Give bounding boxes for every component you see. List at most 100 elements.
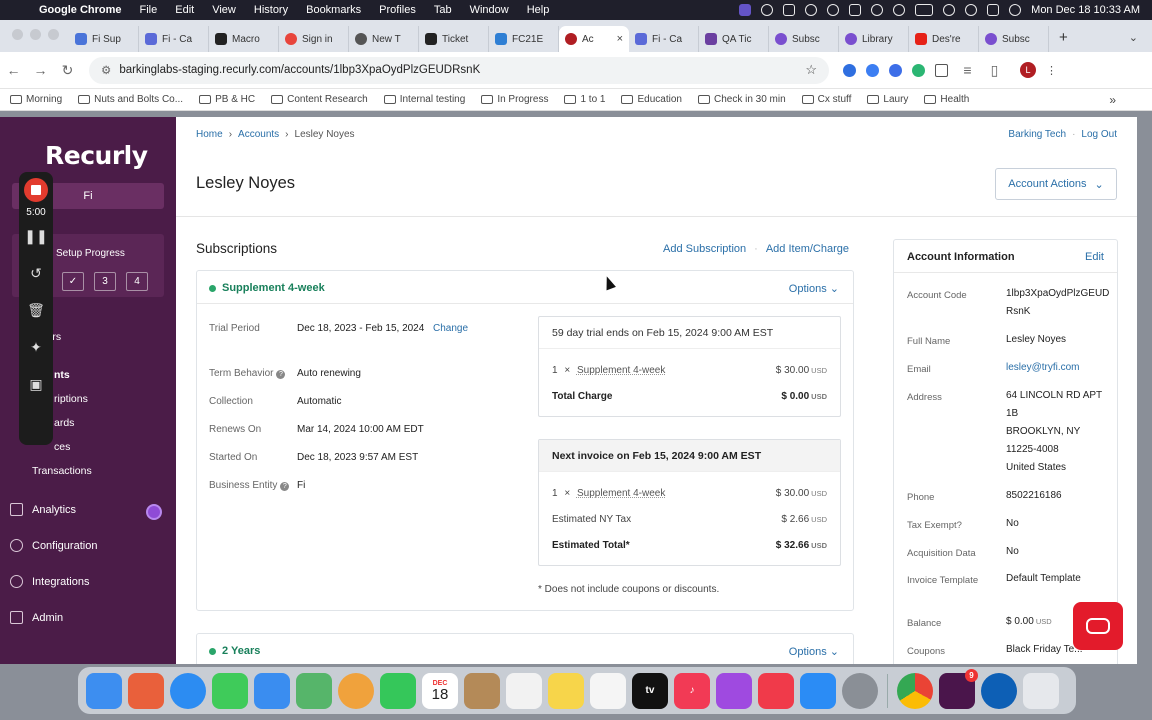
launchpad-icon[interactable] [128, 672, 164, 709]
camera-icon[interactable]: ▣ [29, 366, 42, 403]
browser-tab[interactable]: New T [349, 26, 419, 52]
menu-edit[interactable]: Edit [166, 4, 203, 16]
browser-tab[interactable]: Ticket [419, 26, 489, 52]
help-icon[interactable]: ? [276, 370, 286, 379]
menu-history[interactable]: History [245, 4, 297, 16]
trash-icon[interactable] [1023, 672, 1059, 709]
sidebar-item-admin[interactable]: Admin [10, 611, 63, 624]
chrome-icon[interactable] [897, 672, 933, 709]
more-menu-icon[interactable]: ⋮ [1046, 64, 1057, 77]
bookmark-folder[interactable]: Nuts and Bolts Co... [78, 94, 183, 105]
menu-app-name[interactable]: Google Chrome [30, 4, 131, 16]
clock-icon[interactable] [893, 4, 906, 16]
magic-wand-icon[interactable]: ✦ [30, 329, 42, 366]
facetime-icon[interactable] [380, 672, 416, 709]
edit-account-link[interactable]: Edit [1085, 251, 1104, 263]
vpn-app-icon[interactable] [981, 672, 1017, 709]
control-center-icon[interactable] [987, 4, 1000, 16]
freeform-icon[interactable] [590, 672, 626, 709]
browser-tab[interactable]: Subsc [979, 26, 1049, 52]
reminders-icon[interactable] [506, 672, 542, 709]
line-item-name[interactable]: Supplement 4-week [577, 488, 665, 499]
stop-recording-button[interactable] [24, 178, 48, 202]
screen-share-icon[interactable] [739, 4, 752, 16]
settings-icon[interactable] [842, 672, 878, 709]
bookmark-folder[interactable]: Check in 30 min [697, 94, 786, 105]
browser-tab[interactable]: Subsc [769, 26, 839, 52]
minimize-window-icon[interactable] [30, 29, 41, 40]
notes-icon[interactable] [548, 672, 584, 709]
close-tab-icon[interactable]: × [617, 33, 623, 45]
extension-icon[interactable] [912, 63, 925, 77]
gear-icon[interactable] [761, 4, 774, 16]
reading-list-icon[interactable]: ≡ [954, 62, 981, 78]
slack-icon[interactable]: 9 [939, 668, 978, 709]
bookmark-folder[interactable]: Laury [867, 94, 908, 105]
menu-view[interactable]: View [203, 4, 245, 16]
maps-icon[interactable] [296, 672, 332, 709]
site-info-icon[interactable]: ⚙ [101, 63, 111, 77]
recurly-logo[interactable]: Recurly [45, 141, 148, 170]
tab-search-icon[interactable]: ⌄ [1115, 31, 1152, 52]
arrow-icon[interactable] [827, 4, 840, 16]
trash-icon[interactable]: 🗑 [27, 292, 45, 329]
extension-icon[interactable] [866, 63, 879, 77]
setup-step[interactable]: 3 [94, 272, 116, 291]
extension-icon[interactable] [843, 63, 856, 77]
calendar-icon[interactable]: DEC 18 [422, 672, 458, 709]
browser-tab[interactable]: Fi - Ca [629, 26, 699, 52]
restart-icon[interactable]: ↺ [30, 255, 42, 292]
menu-file[interactable]: File [131, 4, 167, 16]
browser-tab[interactable]: Sign in [279, 26, 349, 52]
setup-step[interactable]: 4 [126, 272, 148, 291]
podcasts-icon[interactable] [716, 672, 752, 709]
zoom-window-icon[interactable] [48, 29, 59, 40]
url-text[interactable]: barkinglabs-staging.recurly.com/accounts… [119, 64, 480, 76]
email-link[interactable]: lesley@tryfi.com [1006, 362, 1080, 373]
sidebar-item-accounts[interactable]: nts [54, 369, 70, 381]
profile-avatar[interactable]: L [1020, 62, 1036, 78]
sidebar-item-integrations[interactable]: Integrations [10, 575, 89, 588]
browser-tab[interactable]: Fi - Ca [139, 26, 209, 52]
bookmark-folder[interactable]: PB & HC [199, 94, 255, 105]
new-tab-icon[interactable]: + [1049, 29, 1078, 52]
play-icon[interactable] [871, 4, 884, 16]
line-item-name[interactable]: Supplement 4-week [577, 365, 665, 376]
notification-badge[interactable] [146, 504, 162, 520]
photos-icon[interactable] [338, 672, 374, 709]
breadcrumb-home[interactable]: Home [196, 129, 223, 140]
breadcrumb-accounts[interactable]: Accounts [238, 129, 279, 140]
sidebar-item-analytics[interactable]: Analytics [10, 503, 76, 516]
bookmark-folder[interactable]: Internal testing [383, 94, 465, 105]
sidebar-item-configuration[interactable]: Configuration [10, 539, 97, 552]
messages-icon[interactable] [212, 672, 248, 709]
company-link[interactable]: Barking Tech [1008, 129, 1066, 140]
change-trial-link[interactable]: Change [433, 323, 468, 334]
sidebar-item-subscriptions[interactable]: riptions [54, 393, 88, 405]
news-icon[interactable] [758, 672, 794, 709]
finder-icon[interactable] [86, 672, 122, 709]
plan-name-link[interactable]: Supplement 4-week [209, 282, 325, 294]
chat-widget-button[interactable] [1073, 602, 1123, 650]
vpn-icon[interactable] [805, 4, 818, 16]
mail-icon[interactable] [254, 672, 290, 709]
wifi-icon[interactable] [943, 4, 956, 16]
contacts-icon[interactable] [464, 672, 500, 709]
close-window-icon[interactable] [12, 29, 23, 40]
back-icon[interactable]: ← [0, 62, 27, 78]
battery-icon[interactable] [915, 4, 934, 16]
menu-window[interactable]: Window [461, 4, 518, 16]
add-subscription-link[interactable]: Add Subscription [663, 243, 746, 255]
browser-tab[interactable]: Fi Sup [69, 26, 139, 52]
appletv-icon[interactable]: tv [632, 672, 668, 709]
forward-icon[interactable]: → [27, 62, 54, 78]
side-panel-icon[interactable]: ▯ [981, 62, 1008, 79]
extension-icon[interactable] [889, 63, 902, 77]
bookmark-folder[interactable]: Cx stuff [801, 94, 851, 105]
menu-bookmarks[interactable]: Bookmarks [297, 4, 370, 16]
bookmark-star-icon[interactable]: ☆ [805, 62, 817, 78]
menu-profiles[interactable]: Profiles [370, 4, 425, 16]
help-icon[interactable]: ? [280, 482, 290, 491]
search-icon[interactable] [965, 4, 978, 16]
address-bar[interactable]: ⚙ barkinglabs-staging.recurly.com/accoun… [89, 56, 829, 84]
